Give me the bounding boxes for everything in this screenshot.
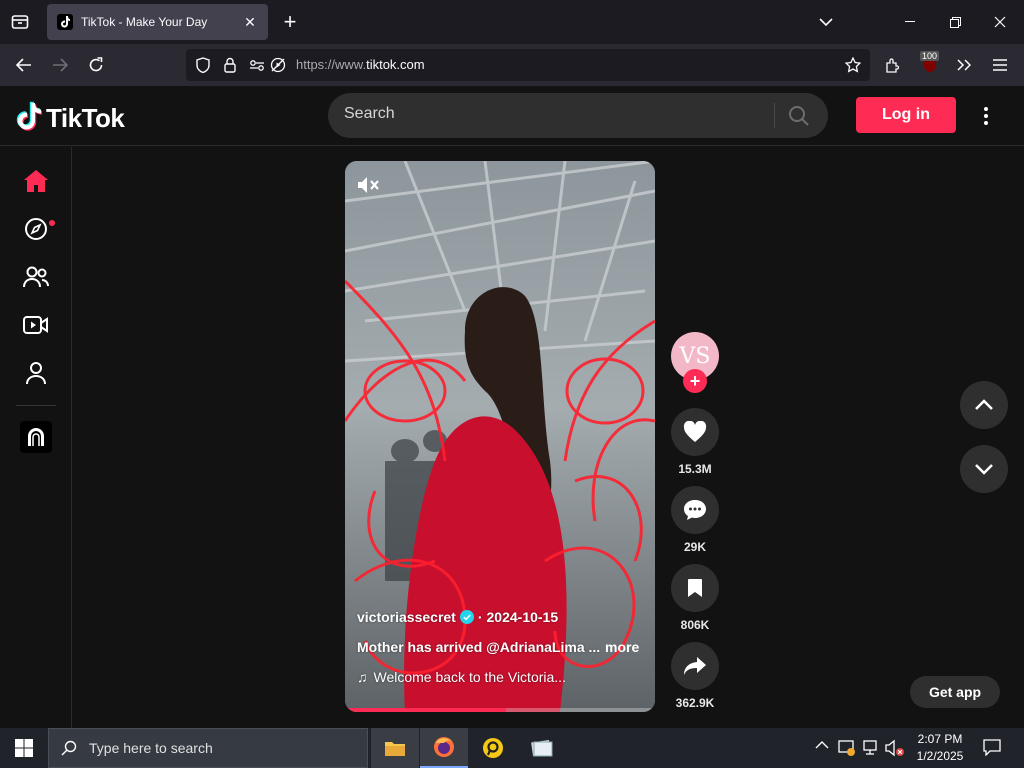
heart-icon	[683, 421, 707, 442]
restore-icon[interactable]	[945, 12, 965, 32]
browser-tab-strip: TikTok - Make Your Day ✕ +	[0, 0, 1024, 44]
tiktok-favicon-icon	[57, 14, 73, 30]
explore-icon[interactable]	[20, 213, 52, 245]
get-app-button[interactable]: Get app	[910, 676, 1000, 708]
sidebar	[0, 147, 72, 728]
tab-close-icon[interactable]: ✕	[242, 14, 258, 31]
author-username[interactable]: victoriassecret	[357, 609, 456, 625]
clock-date: 1/2/2025	[916, 749, 964, 763]
comment-button[interactable]	[671, 486, 719, 534]
login-button[interactable]: Log in	[856, 97, 956, 133]
taskbar-search-placeholder: Type here to search	[89, 740, 213, 756]
profile-icon[interactable]	[20, 357, 52, 389]
app-icon[interactable]	[20, 421, 52, 453]
list-tabs-icon[interactable]	[816, 12, 836, 32]
ublock-badge: 100	[920, 51, 940, 61]
chevron-up-icon	[975, 399, 993, 410]
lock-icon[interactable]	[221, 56, 239, 74]
video-progress-bar[interactable]	[345, 708, 655, 712]
previous-video-button[interactable]	[960, 381, 1008, 429]
follow-plus-icon[interactable]: +	[683, 369, 707, 393]
video-description: Mother has arrived @AdrianaLima ...	[357, 639, 601, 655]
browser-nav-bar: https://www.tiktok.com 100	[0, 44, 1024, 86]
forward-icon[interactable]	[50, 55, 70, 75]
url-text[interactable]: https://www.tiktok.com	[296, 57, 425, 72]
tiktok-header: TikTok Log in	[0, 86, 1024, 146]
new-tab-icon[interactable]: +	[280, 9, 300, 34]
security-tray-icon[interactable]	[838, 739, 856, 757]
explore-notification-dot	[49, 220, 55, 226]
notifications-icon[interactable]	[983, 738, 1001, 756]
windows-start-icon[interactable]	[0, 728, 48, 768]
share-icon	[684, 657, 706, 675]
date-separator: ·	[477, 609, 483, 625]
search-bar[interactable]	[328, 93, 828, 138]
home-icon[interactable]	[20, 165, 52, 197]
network-icon[interactable]	[862, 739, 880, 757]
music-info[interactable]: ♫ Welcome back to the Victoria...	[357, 669, 566, 685]
menu-icon[interactable]	[990, 55, 1010, 75]
comment-icon	[684, 500, 706, 520]
share-button[interactable]	[671, 642, 719, 690]
like-button[interactable]	[671, 408, 719, 456]
show-hidden-icons-icon[interactable]	[815, 740, 829, 750]
video-author[interactable]: victoriassecret · 2024-10-15	[357, 609, 558, 625]
share-count: 362.9K	[675, 696, 715, 710]
reload-icon[interactable]	[86, 55, 106, 75]
search-input[interactable]	[344, 105, 764, 123]
minimize-icon[interactable]	[900, 12, 920, 32]
tab-title: TikTok - Make Your Day	[81, 15, 208, 29]
more-button[interactable]: more	[605, 639, 639, 655]
mute-icon[interactable]	[357, 175, 381, 195]
firefox-taskbar-icon[interactable]	[420, 728, 468, 768]
verified-icon	[459, 610, 474, 624]
volume-muted-icon[interactable]	[885, 739, 905, 757]
video-date: 2024-10-15	[486, 609, 559, 625]
app-taskbar-icon[interactable]	[469, 728, 517, 768]
music-note-icon: ♫	[357, 669, 368, 685]
taskbar-clock[interactable]: 2:07 PM 1/2/2025	[908, 731, 972, 765]
close-window-icon[interactable]	[990, 12, 1010, 32]
tiktok-logo-text[interactable]: TikTok	[46, 103, 125, 134]
autoplay-blocked-icon[interactable]	[269, 56, 287, 74]
search-icon[interactable]	[788, 105, 810, 127]
file-explorer-icon[interactable]	[371, 728, 419, 768]
video-player[interactable]: victoriassecret · 2024-10-15 Mother has …	[345, 161, 655, 712]
back-icon[interactable]	[14, 55, 34, 75]
video-progress-fill	[345, 708, 507, 712]
url-bar[interactable]: https://www.tiktok.com	[186, 49, 870, 81]
taskbar-search-box[interactable]: Type here to search	[48, 728, 368, 768]
live-icon[interactable]	[20, 309, 52, 341]
save-count: 806K	[680, 618, 710, 632]
extensions-icon[interactable]	[883, 55, 903, 75]
bookmark-star-icon[interactable]	[844, 56, 862, 74]
search-divider	[774, 103, 775, 128]
photos-taskbar-icon[interactable]	[518, 728, 566, 768]
browser-tab[interactable]: TikTok - Make Your Day ✕	[47, 4, 268, 40]
taskbar-search-icon	[61, 740, 77, 756]
save-button[interactable]	[671, 564, 719, 612]
like-count: 15.3M	[678, 462, 712, 476]
bookmark-icon	[688, 579, 702, 597]
shield-icon[interactable]	[194, 56, 212, 74]
windows-taskbar: Type here to search 2:07 PM 1/2/2025	[0, 728, 1024, 768]
permissions-icon[interactable]	[248, 56, 266, 74]
next-video-button[interactable]	[960, 445, 1008, 493]
clock-time: 2:07 PM	[917, 732, 963, 746]
overflow-chevrons-icon[interactable]	[954, 55, 974, 75]
more-options-icon[interactable]	[976, 106, 996, 126]
tab-overview-icon[interactable]	[8, 12, 32, 32]
video-frame	[345, 161, 655, 712]
comment-count: 29K	[683, 540, 706, 554]
sidebar-divider	[16, 405, 56, 406]
following-icon[interactable]	[20, 261, 52, 293]
chevron-down-icon	[975, 464, 993, 475]
music-title: Welcome back to the Victoria...	[373, 669, 566, 685]
tiktok-logo-icon[interactable]	[16, 101, 42, 131]
